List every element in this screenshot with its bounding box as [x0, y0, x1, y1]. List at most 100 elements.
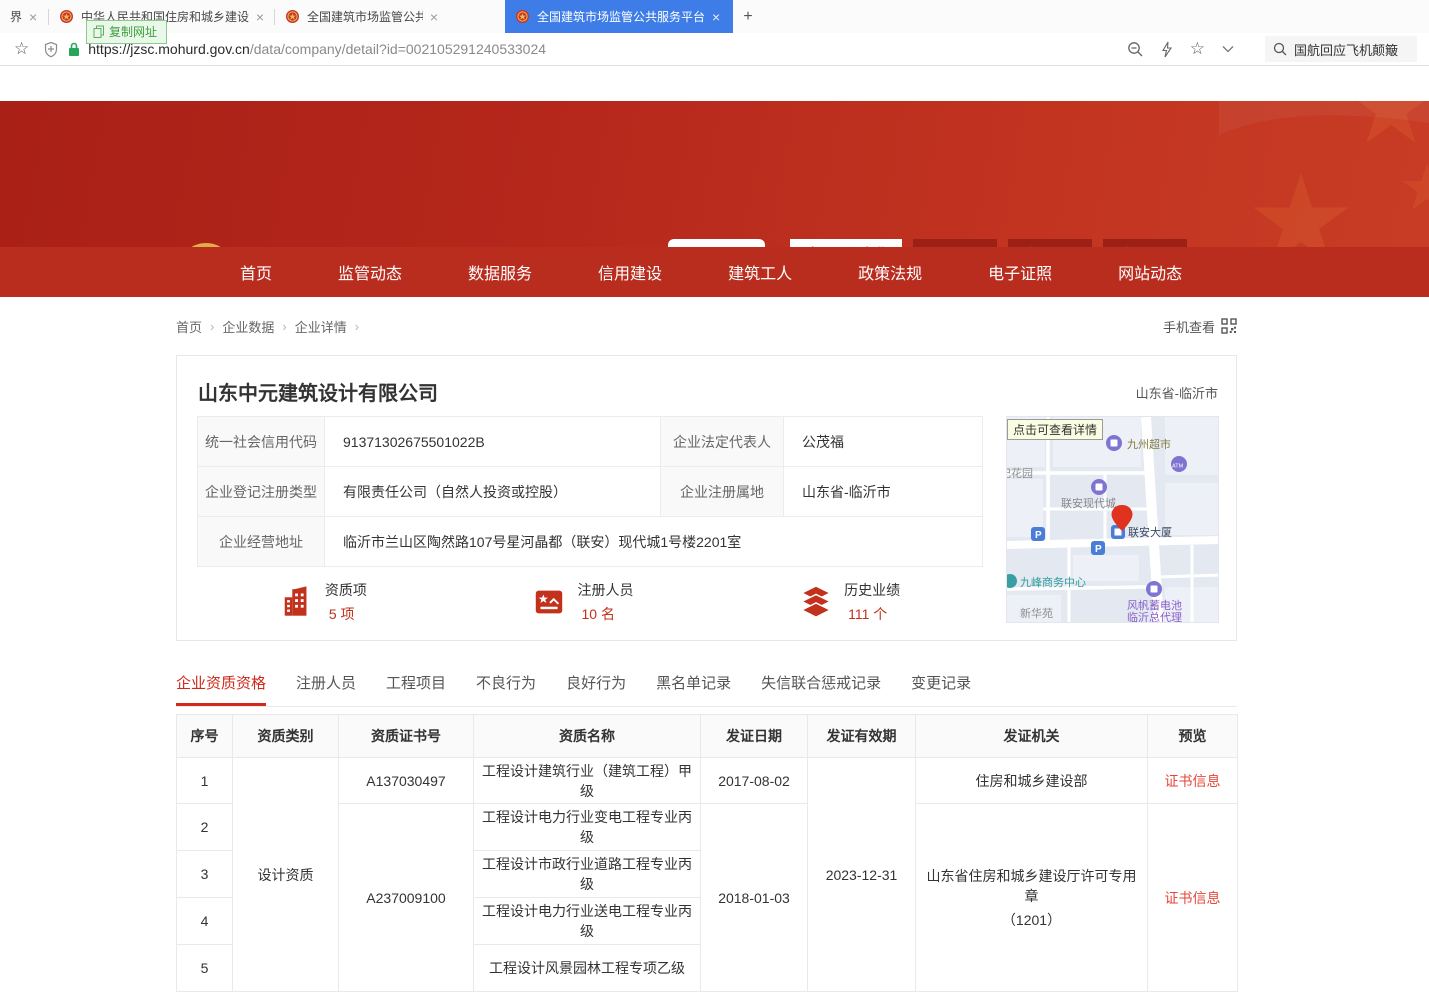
- chevron-down-icon[interactable]: [1222, 45, 1234, 53]
- copy-url-label: 复制网址: [109, 23, 157, 40]
- tab-enterprise-qualification[interactable]: 企业资质资格: [176, 660, 266, 706]
- favorite-star-icon[interactable]: ☆: [1190, 39, 1205, 59]
- cell-no: 5: [177, 945, 233, 992]
- search-icon: [1273, 42, 1287, 56]
- zoom-out-icon[interactable]: [1127, 41, 1144, 58]
- cell-cert-no: A137030497: [339, 758, 474, 804]
- copy-url-tooltip: 复制网址: [86, 20, 167, 44]
- cell-preview: 证书信息: [1148, 804, 1238, 992]
- map-label-atm: ATM: [1172, 464, 1184, 470]
- map-label-battery-2: 临沂总代理: [1127, 610, 1182, 623]
- nav-site-news[interactable]: 网站动态: [1118, 260, 1182, 284]
- search-tab-project[interactable]: 建设项目: [1008, 239, 1092, 247]
- company-region: 山东省-临沂市: [1136, 383, 1218, 402]
- reg-region-label: 企业注册属地: [661, 467, 784, 517]
- tab-close-icon[interactable]: ×: [29, 10, 37, 24]
- tab-blacklist[interactable]: 黑名单记录: [656, 660, 731, 706]
- browser-search-box[interactable]: 国航回应飞机颠簸: [1265, 36, 1417, 62]
- tab-registered-personnel[interactable]: 注册人员: [296, 660, 356, 706]
- stat-value: 5 项: [325, 604, 367, 624]
- tab-favicon-emblem-icon: [285, 9, 300, 24]
- address-value: 临沂市兰山区陶然路107号星河晶都（联安）现代城1号楼2201室: [325, 517, 983, 567]
- nav-e-license[interactable]: 电子证照: [988, 260, 1052, 284]
- nav-data-service[interactable]: 数据服务: [468, 260, 532, 284]
- tab-close-icon[interactable]: ×: [430, 10, 438, 24]
- search-tab-credit[interactable]: 诚信记录: [1103, 239, 1187, 247]
- tab-jzsc-platform-1[interactable]: 全国建筑市场监管公共服务平台 ×: [275, 0, 448, 33]
- layers-icon: [799, 585, 833, 619]
- table-header-row: 序号 资质类别 资质证书号 资质名称 发证日期 发证有效期 发证机关 预览: [177, 715, 1238, 758]
- page-top-gap: [0, 66, 1429, 101]
- qualification-table: 序号 资质类别 资质证书号 资质名称 发证日期 发证有效期 发证机关 预览 1 …: [176, 714, 1238, 992]
- credit-code-label: 统一社会信用代码: [198, 417, 325, 467]
- map-label-lianan-tower: 联安大厦: [1128, 525, 1172, 539]
- col-valid-until: 发证有效期: [808, 715, 916, 758]
- cell-name: 工程设计电力行业送电工程专业丙级: [474, 898, 701, 945]
- https-lock-icon: [68, 42, 80, 57]
- breadcrumb-company-detail[interactable]: 企业详情: [295, 317, 347, 336]
- tab-good-behavior[interactable]: 良好行为: [566, 660, 626, 706]
- stat-historical-performance[interactable]: 历史业绩 111 个: [799, 580, 900, 624]
- nav-policy[interactable]: 政策法规: [858, 260, 922, 284]
- search-tab-personnel[interactable]: 从业人员: [913, 239, 997, 247]
- flag-stars-decoration: [1219, 101, 1429, 247]
- breadcrumb-home[interactable]: 首页: [176, 317, 202, 336]
- col-cert-no: 资质证书号: [339, 715, 474, 758]
- map-tooltip: 点击可查看详情: [1007, 419, 1103, 440]
- url-path: /data/company/detail?id=0021052912405330…: [250, 41, 546, 57]
- cell-name: 工程设计电力行业变电工程专业丙级: [474, 804, 701, 851]
- flash-icon[interactable]: [1161, 41, 1173, 58]
- table-row: 统一社会信用代码 91371302675501022B 企业法定代表人 公茂福: [198, 417, 983, 467]
- col-preview: 预览: [1148, 715, 1238, 758]
- stat-value: 10 名: [577, 604, 633, 624]
- tab-change-records[interactable]: 变更记录: [911, 660, 971, 706]
- company-location-map[interactable]: 点击可查看详情: [1006, 416, 1219, 623]
- new-tab-button[interactable]: +: [733, 0, 763, 33]
- address-label: 企业经营地址: [198, 517, 325, 567]
- cell-no: 4: [177, 898, 233, 945]
- breadcrumb-company-data[interactable]: 企业数据: [222, 317, 274, 336]
- tab-close-icon[interactable]: ×: [256, 10, 264, 24]
- tab-favicon-emblem-icon: [515, 9, 530, 24]
- search-tab-enterprise[interactable]: 建设工程企业: [790, 239, 902, 247]
- nav-credit[interactable]: 信用建设: [598, 260, 662, 284]
- breadcrumb-separator: ›: [355, 319, 359, 334]
- tab-bad-behavior[interactable]: 不良行为: [476, 660, 536, 706]
- nav-workers[interactable]: 建筑工人: [728, 260, 792, 284]
- cell-authority: 山东省住房和城乡建设厅许可专用章 （1201）: [916, 804, 1148, 992]
- map-canvas: 九州超市 ATM 纪花园 联安现代城 联安大厦 P P 九峰商务中心: [1007, 417, 1219, 623]
- stat-registered-personnel[interactable]: 注册人员 10 名: [532, 580, 633, 624]
- map-label-jiufeng: 九峰商务中心: [1020, 575, 1086, 589]
- stat-qualifications[interactable]: 资质项 5 项: [280, 580, 367, 624]
- tab-partial[interactable]: 界 ×: [0, 0, 48, 33]
- reg-type-value: 有限责任公司（自然人投资或控股）: [325, 467, 661, 517]
- url-bar[interactable]: ☆ https://jzsc.mohurd.gov.cn/data/compan…: [0, 33, 1429, 66]
- building-icon: [280, 585, 314, 619]
- tab-close-icon[interactable]: ×: [712, 10, 720, 24]
- stat-label: 注册人员: [577, 580, 633, 600]
- tab-jzsc-platform-active[interactable]: 全国建筑市场监管公共服务平台 ×: [505, 0, 733, 33]
- shield-icon[interactable]: [43, 41, 59, 58]
- registry-book-icon: [532, 585, 566, 619]
- tab-dishonesty-records[interactable]: 失信联合惩戒记录: [761, 660, 881, 706]
- map-parking-icon: P: [1095, 544, 1102, 555]
- bookmark-star-icon[interactable]: ☆: [14, 39, 29, 59]
- certificate-info-link[interactable]: 证书信息: [1165, 890, 1221, 906]
- cell-category: 设计资质: [233, 758, 339, 992]
- main-content: 首页 › 企业数据 › 企业详情 › 手机查看 山东中元建筑设计有限公司 山东省…: [176, 297, 1237, 992]
- search-category-tabs: 建设工程企业 从业人员 建设项目 诚信记录: [790, 239, 1237, 247]
- cell-issue-date: 2017-08-02: [701, 758, 808, 804]
- cell-no: 1: [177, 758, 233, 804]
- stat-label: 资质项: [325, 580, 367, 600]
- tab-projects[interactable]: 工程项目: [386, 660, 446, 706]
- stat-label: 历史业绩: [844, 580, 900, 600]
- certificate-info-link[interactable]: 证书信息: [1165, 773, 1221, 789]
- breadcrumb: 首页 › 企业数据 › 企业详情 › 手机查看: [176, 297, 1237, 335]
- tab-title: 全国建筑市场监管公共服务平台: [307, 8, 423, 25]
- nav-supervision[interactable]: 监管动态: [338, 260, 402, 284]
- detail-tabs: 企业资质资格 注册人员 工程项目 不良行为 良好行为 黑名单记录 失信联合惩戒记…: [176, 660, 1237, 707]
- mobile-view-label: 手机查看: [1163, 317, 1215, 336]
- col-authority: 发证机关: [916, 715, 1148, 758]
- nav-home[interactable]: 首页: [240, 260, 272, 284]
- mobile-view-link[interactable]: 手机查看: [1163, 317, 1237, 336]
